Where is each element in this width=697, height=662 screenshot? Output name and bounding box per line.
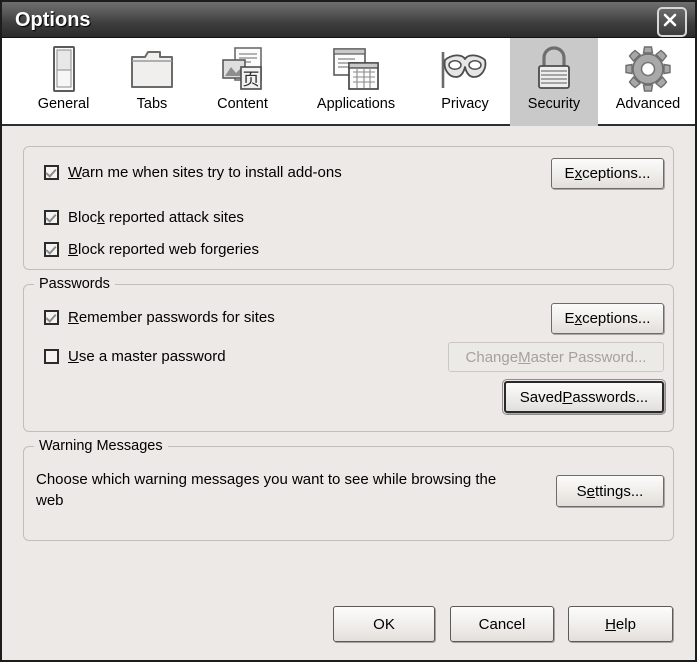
btn-pre: E (564, 165, 575, 182)
mnemonic: x (574, 165, 583, 182)
btn-pre: Change (465, 348, 519, 366)
tab-security[interactable]: Security (510, 38, 598, 126)
mask-icon (438, 43, 492, 95)
mnemonic: x (574, 310, 583, 327)
tab-label: General (37, 96, 90, 112)
btn-pre: E (564, 310, 575, 327)
block-forgeries-label: Block reported web forgeries (68, 241, 259, 258)
mnemonic: W (68, 164, 82, 181)
window-toggle-icon (46, 43, 82, 95)
label-rest: reported attack sites (104, 209, 244, 226)
passwords-exceptions-button[interactable]: Ex ceptions... (551, 303, 664, 334)
tab-label: Tabs (136, 96, 168, 112)
document-image-icon: 页 (219, 43, 267, 95)
tab-content[interactable]: 页 Content (193, 38, 292, 126)
master-password-checkbox[interactable] (44, 349, 59, 364)
btn-pre: Saved (519, 388, 563, 406)
passwords-group: Passwords Remember passwords for sites U… (23, 276, 674, 432)
label-rest: elp (615, 615, 636, 633)
tab-label: Applications (316, 96, 396, 112)
tab-applications[interactable]: Applications (292, 38, 420, 126)
change-master-password-button[interactable]: Change Master Password... (448, 342, 664, 372)
tab-label: Content (217, 96, 268, 112)
tab-general[interactable]: General (16, 38, 111, 126)
warning-messages-group: Warning Messages Choose which warning me… (23, 438, 674, 541)
svg-text:页: 页 (242, 70, 259, 90)
mnemonic: B (68, 241, 79, 258)
label-rest: se a master password (78, 348, 226, 365)
titlebar: Options (2, 2, 695, 38)
remember-passwords-label: Remember passwords for sites (68, 309, 275, 326)
mnemonic: k (97, 209, 105, 226)
ok-label: OK (373, 615, 395, 633)
options-dialog: Options General Tabs 页 Content Applicati… (0, 0, 697, 662)
mnemonic: e (586, 482, 595, 500)
tab-privacy[interactable]: Privacy (420, 38, 510, 126)
checkbox-row-remember-passwords[interactable]: Remember passwords for sites (44, 309, 275, 326)
cancel-button[interactable]: Cancel (450, 606, 554, 642)
label-rest: arn me when sites try to install add-ons (81, 164, 342, 181)
label-rest: emember passwords for sites (78, 309, 275, 326)
passwords-group-title: Passwords (34, 276, 115, 292)
warning-settings-button[interactable]: Se ttings... (556, 475, 664, 507)
tab-tabs[interactable]: Tabs (111, 38, 193, 126)
addons-exceptions-button[interactable]: Ex ceptions... (551, 158, 664, 189)
close-button[interactable] (657, 7, 687, 37)
tab-label: Security (527, 96, 581, 112)
warning-group-title: Warning Messages (34, 438, 168, 454)
saved-passwords-button[interactable]: Saved Passwords... (502, 379, 666, 415)
addons-group: Warn me when sites try to install add-on… (23, 146, 674, 270)
help-label: Help (605, 616, 636, 633)
btn-pre: S (576, 482, 587, 500)
btn-rest: asswords... (572, 388, 649, 406)
btn-rest: ceptions... (582, 310, 651, 327)
gear-icon (624, 43, 672, 95)
tab-advanced[interactable]: Advanced (598, 38, 695, 126)
tab-label: Privacy (441, 96, 489, 112)
cancel-label: Cancel (478, 615, 526, 633)
mnemonic: H (605, 615, 616, 633)
window-title: Options (15, 9, 91, 31)
block-attack-label: Block reported attack sites (68, 209, 244, 226)
warning-description: Choose which warning messages you want t… (36, 471, 497, 509)
label-pre: Bloc (68, 209, 98, 226)
checkbox-row-warn-addons[interactable]: Warn me when sites try to install add-on… (44, 164, 342, 181)
windows-stack-icon (331, 43, 381, 95)
btn-rest: ceptions... (582, 165, 651, 182)
ok-button[interactable]: OK (333, 606, 435, 642)
tab-label: Advanced (615, 96, 681, 112)
panel-security: Warn me when sites try to install add-on… (2, 126, 695, 660)
checkbox-row-master-password[interactable]: Use a master password (44, 348, 226, 365)
help-button[interactable]: Help (568, 606, 673, 642)
remember-passwords-checkbox[interactable] (44, 310, 59, 325)
mnemonic: U (68, 348, 79, 365)
checkbox-row-block-attack[interactable]: Block reported attack sites (44, 209, 244, 226)
checkbox-row-block-forgeries[interactable]: Block reported web forgeries (44, 241, 259, 258)
tab-toolbar: General Tabs 页 Content Applications Priv… (2, 38, 695, 126)
btn-rest: ttings... (595, 482, 644, 500)
warn-addons-label: Warn me when sites try to install add-on… (68, 164, 342, 181)
block-forgeries-checkbox[interactable] (44, 242, 59, 257)
padlock-icon (532, 43, 576, 95)
folder-icon (129, 43, 175, 95)
label-rest: lock reported web forgeries (78, 241, 259, 258)
master-password-label: Use a master password (68, 348, 226, 365)
mnemonic: R (68, 309, 79, 326)
btn-rest: aster Password... (530, 348, 647, 366)
mnemonic: M (518, 348, 531, 366)
mnemonic: P (562, 388, 573, 406)
warn-addons-checkbox[interactable] (44, 165, 59, 180)
block-attack-checkbox[interactable] (44, 210, 59, 225)
close-icon (663, 13, 677, 27)
